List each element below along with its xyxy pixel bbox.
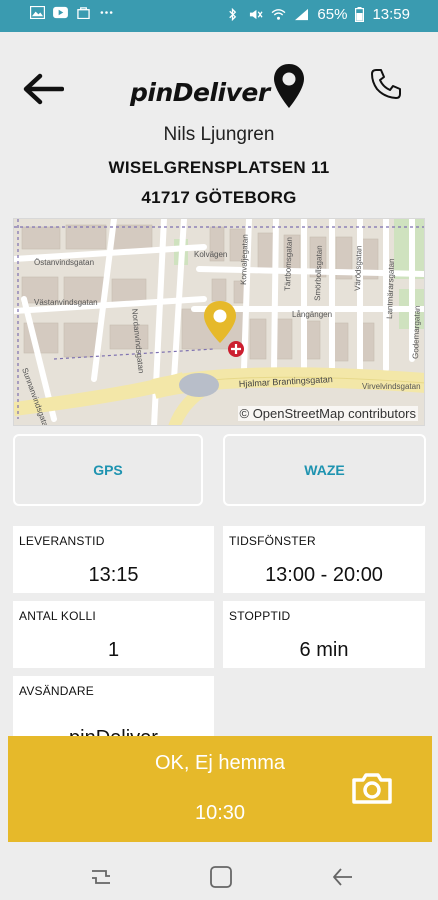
- status-bar-left: [30, 6, 114, 19]
- antal-kolli-card: ANTAL KOLLI 1: [13, 601, 214, 668]
- hospital-icon: [228, 341, 244, 357]
- tidsfonster-card: TIDSFÖNSTER 13:00 - 20:00: [223, 526, 425, 593]
- customer-name: Nils Ljungren: [163, 124, 275, 145]
- map-street-label-10: Långängen: [292, 310, 332, 319]
- home-icon[interactable]: [208, 864, 234, 890]
- antal-kolli-value: 1: [107, 639, 120, 661]
- delivery-map[interactable]: Östanvindsgatan Västanvindsgatan Sunnanv…: [13, 218, 425, 426]
- antal-kolli-label: ANTAL KOLLI: [19, 609, 96, 623]
- map-attribution[interactable]: © OpenStreetMap contributors: [237, 406, 418, 421]
- youtube-icon: [53, 6, 68, 19]
- battery-level: 65%: [317, 6, 348, 23]
- customer-city: 41717 GÖTEBORG: [141, 188, 297, 207]
- status-bar: 65% 13:59: [0, 0, 438, 32]
- avsandare-label: AVSÄNDARE: [19, 684, 94, 698]
- map-street-label-9: Värödsgatan: [353, 245, 364, 291]
- map-street-label-6: Konvaljegatan: [239, 234, 250, 285]
- wifi-icon: [271, 9, 286, 20]
- leveranstid-label: LEVERANSTID: [19, 534, 105, 548]
- leveranstid-value: 13:15: [88, 564, 139, 586]
- map-street-label-2: Västanvindsgatan: [34, 298, 98, 307]
- map-street-label-14: Virvelvindsgatan: [362, 382, 421, 391]
- gallery-icon: [30, 6, 45, 19]
- map-pin-icon: [273, 64, 304, 108]
- recents-icon[interactable]: [88, 864, 114, 890]
- stopptid-label: STOPPTID: [229, 609, 291, 623]
- status-bar-right: 65% 13:59: [225, 6, 410, 23]
- android-nav-bar: [0, 852, 438, 900]
- bluetooth-icon: [229, 8, 237, 21]
- logo-text: pinDeliver: [130, 78, 270, 107]
- camera-icon[interactable]: [350, 770, 394, 806]
- map-street-label-5: Kolvägen: [194, 250, 227, 259]
- customer-street: WISELGRENSPLATSEN 11: [108, 158, 330, 177]
- gps-button[interactable]: GPS: [13, 434, 203, 506]
- battery-icon: [355, 7, 365, 22]
- phone-icon[interactable]: [368, 66, 404, 102]
- arrow-left-icon[interactable]: [22, 72, 64, 106]
- map-street-label-7: Tärtbomsgatan: [283, 237, 294, 291]
- stopptid-value: 6 min: [299, 639, 349, 661]
- map-street-label-1: Östanvindsgatan: [34, 258, 94, 267]
- waze-button[interactable]: WAZE: [223, 434, 426, 506]
- mute-icon: [250, 9, 263, 20]
- more-dots-icon: [100, 11, 113, 14]
- waze-button-label: WAZE: [304, 462, 345, 478]
- leveranstid-card: LEVERANSTID 13:15: [13, 526, 214, 593]
- map-tiles: Östanvindsgatan Västanvindsgatan Sunnanv…: [14, 219, 424, 425]
- map-street-label-12: Godemargatan: [411, 305, 422, 359]
- app-logo: pinDeliver: [130, 62, 306, 110]
- ok-not-home-button[interactable]: OK, Ej hemma 10:30: [8, 736, 432, 842]
- avsandare-value: pinDeliver: [13, 727, 214, 736]
- clock: 13:59: [372, 6, 410, 23]
- stopptid-card: STOPPTID 6 min: [223, 601, 425, 668]
- avsandare-card: AVSÄNDARE pinDeliver: [13, 676, 214, 736]
- signal-icon: [295, 8, 309, 21]
- tidsfonster-label: TIDSFÖNSTER: [229, 534, 316, 548]
- gps-button-label: GPS: [93, 462, 123, 478]
- shopping-bag-icon: [77, 7, 90, 19]
- tidsfonster-value: 13:00 - 20:00: [265, 564, 383, 586]
- back-icon[interactable]: [330, 864, 356, 890]
